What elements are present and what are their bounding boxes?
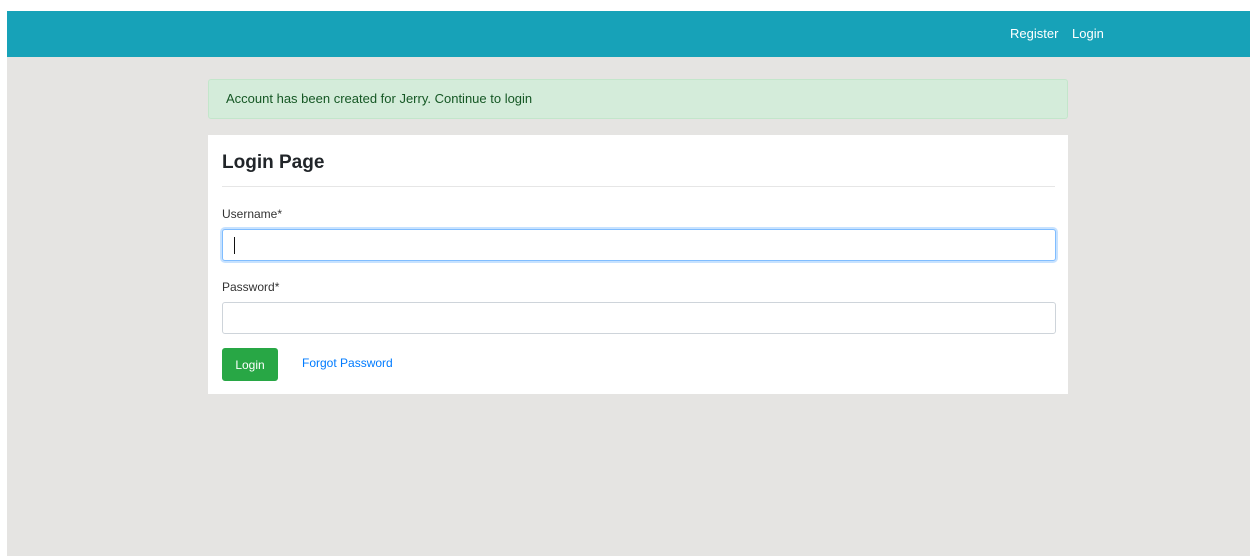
nav-register-link[interactable]: Register xyxy=(1010,26,1058,42)
title-divider xyxy=(222,186,1055,187)
login-button[interactable]: Login xyxy=(222,348,278,381)
username-label: Username* xyxy=(222,207,283,221)
username-input[interactable] xyxy=(222,229,1056,261)
success-alert: Account has been created for Jerry. Cont… xyxy=(208,79,1068,119)
page-background: Register Login Account has been created … xyxy=(7,11,1250,556)
nav-login-link[interactable]: Login xyxy=(1072,26,1104,42)
text-cursor xyxy=(234,237,235,254)
password-label: Password* xyxy=(222,280,280,294)
top-navbar: Register Login xyxy=(7,11,1250,57)
page-title: Login Page xyxy=(222,152,325,173)
password-input[interactable] xyxy=(222,302,1056,334)
login-card: Login Page Username* Password* Login For… xyxy=(208,135,1068,394)
forgot-password-link[interactable]: Forgot Password xyxy=(302,356,393,371)
